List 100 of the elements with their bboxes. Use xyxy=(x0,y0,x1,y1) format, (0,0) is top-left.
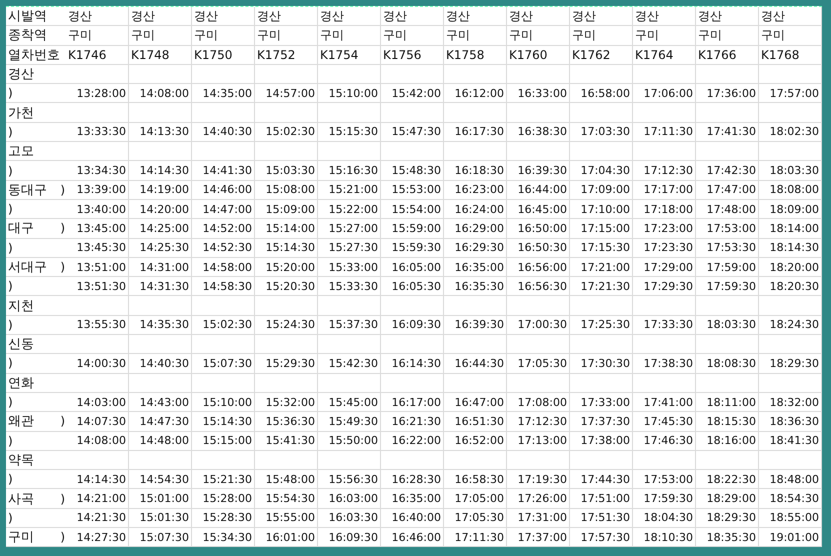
row-header: 시발역 xyxy=(8,8,47,26)
time-cell: 14:41:30 xyxy=(202,164,252,178)
time-cell: 15:36:30 xyxy=(266,414,315,428)
time-cell: 16:58:30 xyxy=(454,472,504,486)
time-cell: 17:13:00 xyxy=(518,434,567,448)
time-cell: 17:19:30 xyxy=(518,472,567,486)
time-cell: 17:18:00 xyxy=(644,202,693,216)
header-cell: 경산 xyxy=(509,8,533,25)
time-cell: 18:08:00 xyxy=(770,183,819,196)
time-cell: 14:35:30 xyxy=(140,318,189,332)
station-name: 고모 xyxy=(8,143,34,160)
time-cell: 18:14:00 xyxy=(770,222,819,235)
time-cell: 15:56:30 xyxy=(328,472,378,486)
cut-cell: ) xyxy=(8,124,13,139)
time-cell: 15:14:00 xyxy=(266,222,315,235)
time-cell: 16:51:30 xyxy=(454,414,504,428)
time-cell: 16:35:30 xyxy=(454,280,504,293)
time-cell: 15:01:00 xyxy=(140,492,189,506)
time-cell: 16:38:30 xyxy=(518,125,567,138)
time-cell: 15:27:00 xyxy=(328,222,378,235)
station-name: 경산 xyxy=(8,66,34,84)
time-cell: 15:20:30 xyxy=(266,280,315,293)
time-cell: 18:03:30 xyxy=(706,318,756,332)
time-cell: 16:35:00 xyxy=(392,492,441,506)
time-cell: 17:53:30 xyxy=(706,241,756,254)
time-cell: 17:44:30 xyxy=(580,472,630,486)
time-cell: 15:50:00 xyxy=(328,434,378,448)
time-cell: 14:46:00 xyxy=(202,183,252,196)
time-cell: 17:12:30 xyxy=(644,164,693,178)
time-cell: 17:06:00 xyxy=(644,86,693,100)
time-cell: 14:14:30 xyxy=(140,164,189,178)
header-cell: 경산 xyxy=(131,8,155,25)
station-name: 사곡 xyxy=(8,490,34,508)
time-cell: 17:38:00 xyxy=(580,434,630,448)
time-cell: 18:09:00 xyxy=(770,202,819,216)
time-cell: 18:32:00 xyxy=(770,396,819,409)
time-cell: 17:26:00 xyxy=(518,492,567,506)
time-cell: 17:04:30 xyxy=(580,164,630,178)
time-cell: 18:15:30 xyxy=(706,414,756,428)
time-cell: 17:29:30 xyxy=(644,280,693,293)
cut-cell: ) xyxy=(60,182,65,197)
time-cell: 17:59:00 xyxy=(706,260,756,274)
time-cell: 15:45:00 xyxy=(328,396,378,409)
time-cell: 16:50:30 xyxy=(518,241,567,254)
time-cell: 14:52:30 xyxy=(202,241,252,254)
header-cell: K1748 xyxy=(131,48,170,62)
time-cell: 17:05:30 xyxy=(518,356,567,370)
time-cell: 13:45:30 xyxy=(76,241,126,254)
cut-cell: ) xyxy=(8,356,13,370)
header-cell: K1746 xyxy=(68,48,106,62)
time-cell: 15:20:00 xyxy=(266,260,315,274)
time-cell: 18:20:00 xyxy=(770,260,819,274)
time-cell: 17:31:00 xyxy=(518,511,567,524)
time-cell: 14:25:30 xyxy=(140,241,189,254)
time-cell: 15:10:00 xyxy=(328,86,378,100)
time-cell: 13:40:00 xyxy=(76,202,126,216)
time-cell: 14:40:30 xyxy=(202,125,252,138)
time-cell: 15:28:30 xyxy=(202,511,252,524)
time-cell: 15:22:00 xyxy=(328,202,378,216)
time-cell: 14:47:30 xyxy=(140,414,189,428)
time-cell: 17:05:00 xyxy=(454,492,504,506)
time-cell: 13:45:00 xyxy=(76,222,126,235)
time-cell: 17:45:30 xyxy=(644,414,693,428)
time-cell: 16:01:00 xyxy=(266,530,315,544)
time-cell: 13:28:00 xyxy=(76,86,126,100)
time-cell: 17:48:00 xyxy=(706,202,756,216)
time-cell: 15:10:00 xyxy=(202,396,252,409)
time-cell: 18:08:30 xyxy=(706,356,756,370)
time-cell: 15:33:00 xyxy=(328,260,378,274)
time-cell: 15:37:30 xyxy=(328,318,378,332)
time-cell: 16:33:00 xyxy=(518,86,567,100)
header-cell: 구미 xyxy=(320,26,344,44)
time-cell: 16:18:30 xyxy=(454,164,504,178)
header-cell: K1760 xyxy=(509,48,548,62)
time-cell: 16:03:00 xyxy=(328,492,378,506)
cut-cell: ) xyxy=(60,260,65,274)
station-name: 신동 xyxy=(8,336,34,354)
header-cell: 구미 xyxy=(761,26,785,44)
time-cell: 15:54:30 xyxy=(266,492,315,506)
header-cell: 구미 xyxy=(257,26,281,44)
time-cell: 15:15:30 xyxy=(328,125,378,138)
time-cell: 16:17:30 xyxy=(454,125,504,138)
cut-cell: ) xyxy=(8,240,13,255)
time-cell: 15:48:30 xyxy=(392,164,441,178)
time-cell: 17:05:30 xyxy=(454,511,504,524)
time-cell: 14:48:00 xyxy=(140,434,189,448)
time-cell: 16:47:00 xyxy=(454,396,504,409)
time-cell: 16:52:00 xyxy=(454,434,504,448)
header-cell: 경산 xyxy=(761,8,785,25)
time-cell: 17:57:00 xyxy=(770,86,819,100)
cut-cell: ) xyxy=(60,530,65,544)
time-cell: 17:11:30 xyxy=(644,125,693,138)
time-cell: 14:43:00 xyxy=(140,396,189,409)
time-cell: 17:38:30 xyxy=(644,356,693,370)
time-cell: 18:20:30 xyxy=(770,280,819,293)
time-cell: 18:24:30 xyxy=(770,318,819,332)
time-cell: 14:20:00 xyxy=(140,202,189,216)
header-cell: 경산 xyxy=(635,8,659,25)
time-cell: 15:53:00 xyxy=(392,183,441,196)
station-name: 동대구 xyxy=(8,182,47,199)
